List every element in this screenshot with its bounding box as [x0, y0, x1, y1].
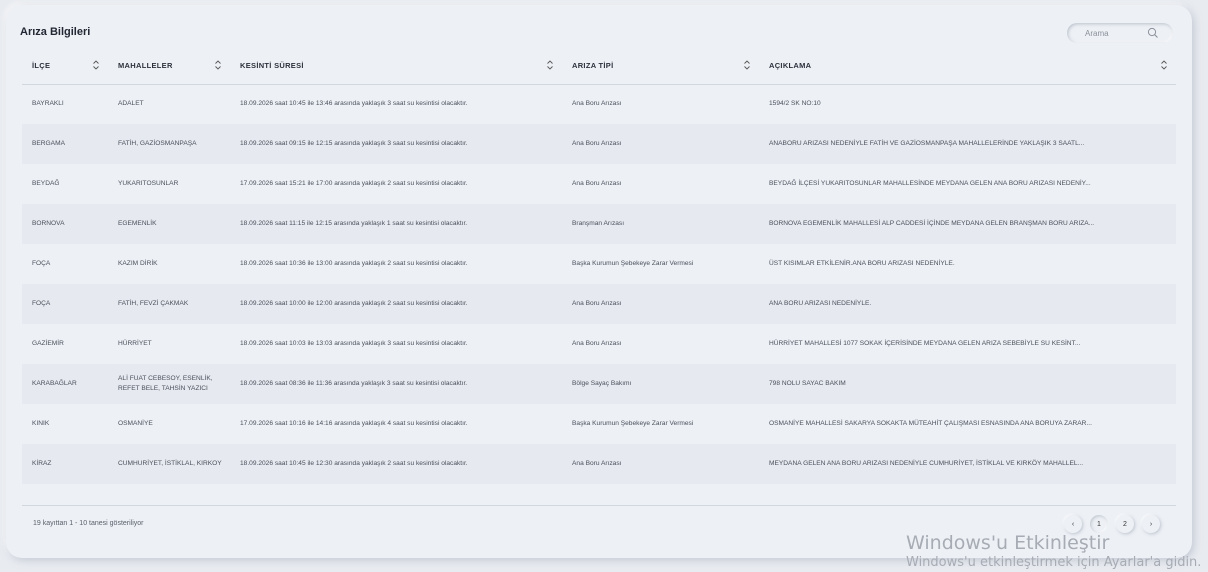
search-box[interactable] [1067, 23, 1173, 43]
cell-aciklama: BORNOVA EGEMENLİK MAHALLESİ ALP CADDESİ … [759, 204, 1176, 244]
table-row: KINIK OSMANİYE 17.09.2026 saat 10:16 ile 1… [22, 404, 1176, 444]
cell-ilce: KARABAĞLAR [22, 364, 108, 404]
cell-kesinti-suresi: 18.09.2026 saat 10:45 ile 12:30 arasında… [230, 444, 562, 484]
cell-kesinti-suresi: 17.09.2026 saat 10:16 ile 14:16 arasında… [230, 404, 562, 444]
outage-card: Arıza Bilgileri İLÇE MAHALLELER KESİNTİ … [6, 5, 1192, 558]
cell-aciklama: HÜRRİYET MAHALLESİ 1077 SOKAK İÇERİSİNDE… [759, 324, 1176, 364]
cell-mahalleler: ADALET [108, 84, 230, 124]
cell-ariza-tipi: Bölge Sayaç Bakımı [562, 364, 759, 404]
cell-ilce: BORNOVA [22, 204, 108, 244]
search-icon[interactable] [1147, 27, 1159, 39]
cell-aciklama: ANABORU ARIZASI NEDENİYLE FATİH VE GAZİO… [759, 124, 1176, 164]
sort-icon[interactable] [92, 59, 100, 71]
page-title: Arıza Bilgileri [20, 26, 91, 38]
table-row: GAZİEMİR HÜRRİYET 18.09.2026 saat 10:03 il… [22, 324, 1176, 364]
cell-ariza-tipi: Başka Kurumun Şebekeye Zarar Vermesi [562, 404, 759, 444]
cell-kesinti-suresi: 18.09.2026 saat 09:15 ile 12:15 arasında… [230, 124, 562, 164]
sort-icon[interactable] [1160, 59, 1168, 71]
outage-table: İLÇE MAHALLELER KESİNTİ SÜRESİ ARIZA TİP… [22, 47, 1176, 484]
column-label: İLÇE [32, 60, 51, 70]
search-input[interactable] [1085, 28, 1155, 38]
cell-kesinti-suresi: 18.09.2026 saat 10:03 ile 13:03 arasında… [230, 324, 562, 364]
table-row: BAYRAKLI ADALET 18.09.2026 saat 10:45 ile … [22, 84, 1176, 124]
cell-ariza-tipi: Ana Boru Arızası [562, 324, 759, 364]
table-row: KARABAĞLAR ALİ FUAT CEBESOY, ESENLİK, REF… [22, 364, 1176, 404]
column-header-ilce[interactable]: İLÇE [22, 47, 108, 85]
table-row: BORNOVA EGEMENLİK 18.09.2026 saat 11:15 il… [22, 204, 1176, 244]
watermark-title: Windows'u Etkinleştir [906, 532, 1110, 554]
sort-icon[interactable] [214, 59, 222, 71]
cell-kesinti-suresi: 18.09.2026 saat 08:36 ile 11:36 arasında… [230, 364, 562, 404]
cell-kesinti-suresi: 18.09.2026 saat 10:00 ile 12:00 arasında… [230, 284, 562, 324]
page-2-button[interactable]: 2 [1116, 515, 1134, 533]
table-row: BEYDAĞ YUKARITOSUNLAR 17.09.2026 saat 15:2… [22, 164, 1176, 204]
column-header-aciklama[interactable]: AÇIKLAMA [759, 47, 1176, 85]
column-header-mahalleler[interactable]: MAHALLELER [108, 47, 230, 85]
column-header-kesinti-suresi[interactable]: KESİNTİ SÜRESİ [230, 47, 562, 85]
cell-mahalleler: YUKARITOSUNLAR [108, 164, 230, 204]
cell-mahalleler: HÜRRİYET [108, 324, 230, 364]
table-row: FOÇA FATİH, FEVZİ ÇAKMAK 18.09.2026 saat 1… [22, 284, 1176, 324]
cell-ilce: KINIK [22, 404, 108, 444]
cell-kesinti-suresi: 17.09.2026 saat 15:21 ile 17:00 arasında… [230, 164, 562, 204]
page-1-button[interactable]: 1 [1090, 515, 1108, 533]
table-row: KİRAZ CUMHURİYET, İSTİKLAL, KIRKOY 18.09.2… [22, 444, 1176, 484]
cell-aciklama: 798 NOLU SAYAC BAKIM [759, 364, 1176, 404]
cell-ilce: BEYDAĞ [22, 164, 108, 204]
cell-aciklama: 1594/2 SK NO:10 [759, 84, 1176, 124]
sort-icon[interactable] [546, 59, 554, 71]
table-footer-divider [22, 505, 1176, 506]
table-row: BERGAMA FATİH, GAZİOSMANPAŞA 18.09.2026 sa… [22, 124, 1176, 164]
cell-kesinti-suresi: 18.09.2026 saat 11:15 ile 12:15 arasında… [230, 204, 562, 244]
column-header-ariza-tipi[interactable]: ARIZA TİPİ [562, 47, 759, 85]
cell-mahalleler: EGEMENLİK [108, 204, 230, 244]
cell-aciklama: ANA BORU ARIZASI NEDENİYLE. [759, 284, 1176, 324]
cell-aciklama: OSMANİYE MAHALLESİ SAKARYA SOKAKTA MÜTEA… [759, 404, 1176, 444]
cell-ilce: BERGAMA [22, 124, 108, 164]
cell-ariza-tipi: Ana Boru Arızası [562, 284, 759, 324]
cell-mahalleler: ALİ FUAT CEBESOY, ESENLİK, REFET BELE, T… [108, 364, 230, 404]
cell-ilce: BAYRAKLI [22, 84, 108, 124]
table-row: FOÇA KAZIM DİRİK 18.09.2026 saat 10:36 ile… [22, 244, 1176, 284]
column-label: AÇIKLAMA [769, 60, 812, 70]
prev-page-button[interactable]: ‹ [1064, 515, 1082, 533]
next-page-button[interactable]: › [1142, 515, 1160, 533]
cell-ariza-tipi: Ana Boru Arızası [562, 444, 759, 484]
table-header-row: İLÇE MAHALLELER KESİNTİ SÜRESİ ARIZA TİP… [22, 47, 1176, 85]
cell-aciklama: MEYDANA GELEN ANA BORU ARIZASI NEDENİYLE… [759, 444, 1176, 484]
sort-icon[interactable] [743, 59, 751, 71]
record-count: 19 kayıttan 1 - 10 tanesi gösteriliyor [33, 520, 144, 527]
pagination: ‹ 1 2 › [1064, 515, 1160, 533]
column-label: MAHALLELER [118, 60, 173, 70]
column-label: ARIZA TİPİ [572, 60, 614, 70]
cell-ariza-tipi: Başka Kurumun Şebekeye Zarar Vermesi [562, 244, 759, 284]
cell-aciklama: BEYDAĞ İLÇESİ YUKARITOSUNLAR MAHALLESİND… [759, 164, 1176, 204]
cell-mahalleler: FATİH, GAZİOSMANPAŞA [108, 124, 230, 164]
cell-ariza-tipi: Branşman Arızası [562, 204, 759, 244]
cell-kesinti-suresi: 18.09.2026 saat 10:45 ile 13:46 arasında… [230, 84, 562, 124]
cell-mahalleler: KAZIM DİRİK [108, 244, 230, 284]
cell-ariza-tipi: Ana Boru Arızası [562, 124, 759, 164]
column-label: KESİNTİ SÜRESİ [240, 60, 304, 70]
watermark-subtitle: Windows'u etkinleştirmek için Ayarlar'a … [906, 555, 1202, 570]
cell-ilce: GAZİEMİR [22, 324, 108, 364]
cell-ilce: KİRAZ [22, 444, 108, 484]
cell-ariza-tipi: Ana Boru Arızası [562, 84, 759, 124]
cell-aciklama: ÜST KISIMLAR ETKİLENİR.ANA BORU ARIZASI … [759, 244, 1176, 284]
windows-activation-watermark: Windows'u Etkinleştir Windows'u etkinleş… [906, 532, 1201, 570]
cell-mahalleler: FATİH, FEVZİ ÇAKMAK [108, 284, 230, 324]
cell-ilce: FOÇA [22, 244, 108, 284]
cell-ariza-tipi: Ana Boru Arızası [562, 164, 759, 204]
cell-mahalleler: CUMHURİYET, İSTİKLAL, KIRKOY [108, 444, 230, 484]
cell-mahalleler: OSMANİYE [108, 404, 230, 444]
cell-kesinti-suresi: 18.09.2026 saat 10:36 ile 13:00 arasında… [230, 244, 562, 284]
cell-ilce: FOÇA [22, 284, 108, 324]
